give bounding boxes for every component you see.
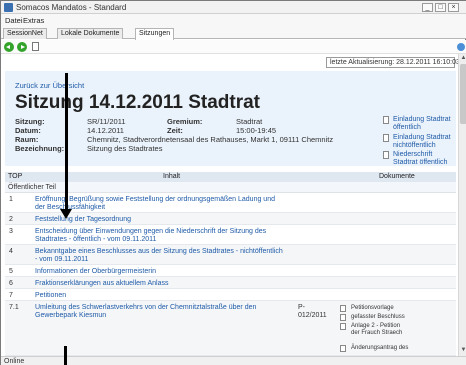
- minimize-button[interactable]: _: [422, 3, 433, 12]
- tab-lokale-dokumente[interactable]: Lokale Dokumente: [57, 28, 124, 39]
- row-content-link[interactable]: Bekanntgabe eines Beschlusses aus der Si…: [35, 248, 285, 264]
- sitzung-value: SR/11/2011: [87, 117, 126, 126]
- back-to-overview-link[interactable]: Zurück zur Übersicht: [15, 81, 84, 90]
- row-content-link[interactable]: Entscheidung über Einwendungen gegen die…: [35, 228, 285, 244]
- app-icon: [4, 3, 13, 12]
- application-window: Somacos Mandatos - Standard _ □ × Datei …: [0, 0, 466, 365]
- doc-einladung-nichtoeffentlich[interactable]: Einladung Stadtrat nichtöffentlich: [393, 134, 455, 150]
- bezeichnung-value: Sitzung des Stadtrates: [87, 144, 163, 153]
- zeit-label: Zeit:: [167, 126, 183, 135]
- row-content-link[interactable]: Fraktionserklärungen aus aktuellem Anlas…: [35, 280, 285, 288]
- tab-sitzungen[interactable]: Sitzungen: [135, 28, 175, 40]
- row-number: 6: [9, 280, 13, 287]
- doc-petitionsvorlage[interactable]: Petitionsvorlage: [351, 305, 411, 312]
- row-content-link[interactable]: Informationen der Oberbürgermeisterin: [35, 268, 285, 276]
- annotation-arrow-head: [60, 209, 72, 219]
- pdf-document-icon: [340, 314, 346, 321]
- row-number: 3: [9, 228, 13, 235]
- row-content-link[interactable]: Petitionen: [35, 292, 285, 300]
- menu-datei[interactable]: Datei: [5, 16, 23, 25]
- row-content-link[interactable]: Feststellung der Tagesordnung: [35, 216, 285, 224]
- maximize-button[interactable]: □: [435, 3, 446, 12]
- scroll-thumb[interactable]: [460, 64, 466, 124]
- doc-anlage-2[interactable]: Anlage 2 - Petition der Frauch Straech: [351, 323, 405, 337]
- status-text: Online: [4, 358, 25, 365]
- globe-icon[interactable]: [457, 43, 465, 51]
- window-title: Somacos Mandatos - Standard: [16, 3, 127, 12]
- pdf-document-icon: [383, 134, 389, 142]
- scroll-up-icon[interactable]: ▲: [460, 55, 466, 62]
- row-number: 1: [9, 196, 13, 203]
- status-bar: Online: [1, 356, 466, 365]
- doc-aenderungsantrag[interactable]: Änderungsantrag des: [351, 345, 411, 352]
- main-content: letzte Aktualisierung: 28.12.2011 16:10:…: [1, 54, 458, 356]
- table-row: 4 Bekanntgabe eines Beschlusses aus der …: [5, 245, 456, 265]
- agenda-table-header: TOP Inhalt Dokumente: [5, 172, 456, 182]
- table-row: 1 Eröffnung, Begrüßung sowie Feststellun…: [5, 193, 456, 213]
- bezeichnung-label: Bezeichnung:: [15, 144, 65, 153]
- row-number: 2: [9, 216, 13, 223]
- back-arrow-icon[interactable]: [4, 42, 14, 52]
- table-row: 2 Feststellung der Tagesordnung: [5, 213, 456, 225]
- row-content-link[interactable]: Eröffnung, Begrüßung sowie Feststellung …: [35, 196, 285, 212]
- row-reference: P-012/2011: [298, 304, 327, 319]
- sitzung-label: Sitzung:: [15, 117, 45, 126]
- table-row: 7 Petitionen: [5, 289, 456, 301]
- table-row: 6 Fraktionserklärungen aus aktuellem Anl…: [5, 277, 456, 289]
- doc-einladung-oeffentlich[interactable]: Einladung Stadtrat öffentlich: [393, 116, 455, 132]
- vertical-scrollbar[interactable]: ▲ ▼: [458, 54, 466, 356]
- datum-label: Datum:: [15, 126, 41, 135]
- pdf-document-icon: [383, 151, 389, 159]
- pdf-document-icon: [340, 345, 346, 352]
- gremium-label: Gremium:: [167, 117, 203, 126]
- pdf-document-icon: [383, 116, 389, 124]
- raum-label: Raum:: [15, 135, 39, 144]
- last-update-label: letzte Aktualisierung: 28.12.2011 16:10:…: [326, 57, 458, 68]
- navigation-bar: [1, 40, 466, 54]
- gremium-value: Stadtrat: [236, 117, 263, 126]
- title-bar: Somacos Mandatos - Standard _ □ ×: [1, 1, 466, 14]
- table-row: 7.1 Umleitung des Schwerlastverkehrs von…: [5, 301, 456, 356]
- close-button[interactable]: ×: [448, 3, 459, 12]
- annotation-arrow-lower: [64, 346, 67, 365]
- row-content-link[interactable]: Umleitung des Schwerlastverkehrs von der…: [35, 304, 285, 320]
- tab-bar: SessionNet Lokale Dokumente Sitzungen: [1, 26, 466, 40]
- col-top: TOP: [8, 173, 23, 180]
- menu-bar: Datei Extras: [1, 14, 466, 26]
- tab-sessionnet[interactable]: SessionNet: [3, 28, 47, 39]
- table-row: 5 Informationen der Oberbürgermeisterin: [5, 265, 456, 277]
- annotation-arrow-shaft: [65, 73, 68, 213]
- row-number: 4: [9, 248, 13, 255]
- scroll-down-icon[interactable]: ▼: [460, 347, 466, 354]
- col-inhalt: Inhalt: [163, 173, 181, 180]
- section-label: Öffentlicher Teil: [8, 184, 56, 191]
- page-title: Sitzung 14.12.2011 Stadtrat: [15, 92, 260, 113]
- doc-niederschrift-oeffentlich[interactable]: Niederschrift Stadtrat öffentlich: [393, 151, 455, 167]
- zeit-value: 15:00-19:45: [236, 126, 277, 135]
- datum-value: 14.12.2011: [87, 126, 124, 135]
- raum-value: Chemnitz, Stadtverordnetensaal des Ratha…: [87, 135, 334, 144]
- row-number: 7: [9, 292, 13, 299]
- col-dokumente: Dokumente: [379, 173, 415, 180]
- section-oeffentlicher-teil: Öffentlicher Teil: [5, 182, 456, 193]
- pdf-document-icon: [340, 305, 346, 312]
- table-row: 3 Entscheidung über Einwendungen gegen d…: [5, 225, 456, 245]
- row-number: 5: [9, 268, 13, 275]
- menu-extras[interactable]: Extras: [23, 16, 44, 25]
- row-number: 7.1: [9, 304, 19, 311]
- pdf-document-icon: [340, 323, 346, 330]
- forward-arrow-icon[interactable]: [17, 42, 27, 52]
- document-icon[interactable]: [32, 42, 39, 51]
- doc-gefasster-beschluss[interactable]: gefasster Beschluss: [351, 314, 411, 321]
